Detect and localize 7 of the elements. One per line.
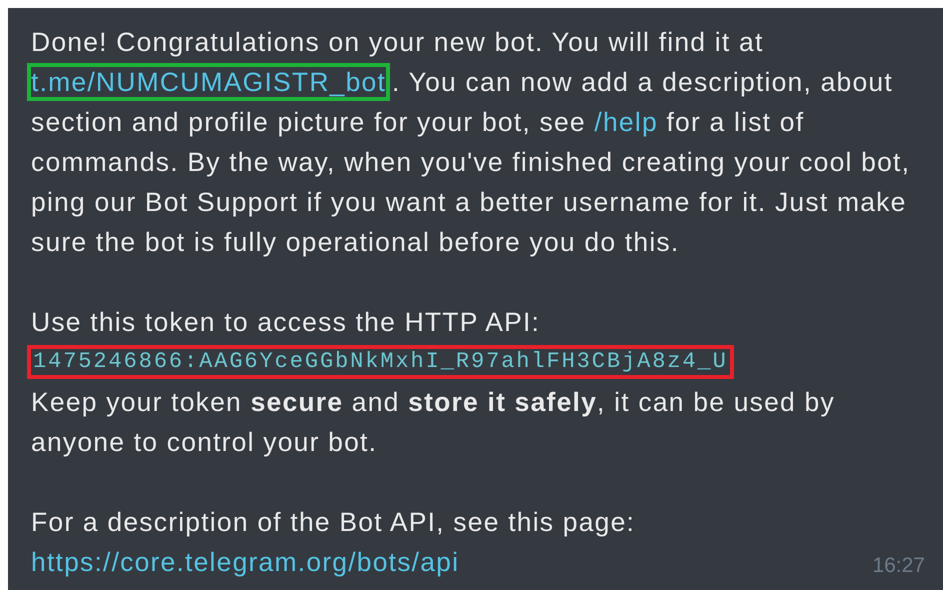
- api-label: For a description of the Bot API, see this page:: [31, 506, 636, 539]
- help-link[interactable]: /help: [594, 107, 658, 137]
- token-note: Keep your token secure and store it safely, it can be used by anyone to control your bot.: [31, 386, 836, 459]
- message-text: Done! Congratulations on your new bot. You will find it at t.me/NUMCUMAGISTR_bot . You can now add a description, about section and profile picture for your bot, see /help for a list of commands. By the way, when you've finished creating your cool bot, ping our Bot Support if you want a better username for it. Just make sure the bot is fully operational before you do this.: [31, 22, 911, 262]
- api-link[interactable]: https://core.telegram.org/bots/api: [31, 542, 460, 582]
- message-time: 16:27: [872, 553, 925, 579]
- token-label: Use this token to access the HTTP API:: [31, 306, 542, 339]
